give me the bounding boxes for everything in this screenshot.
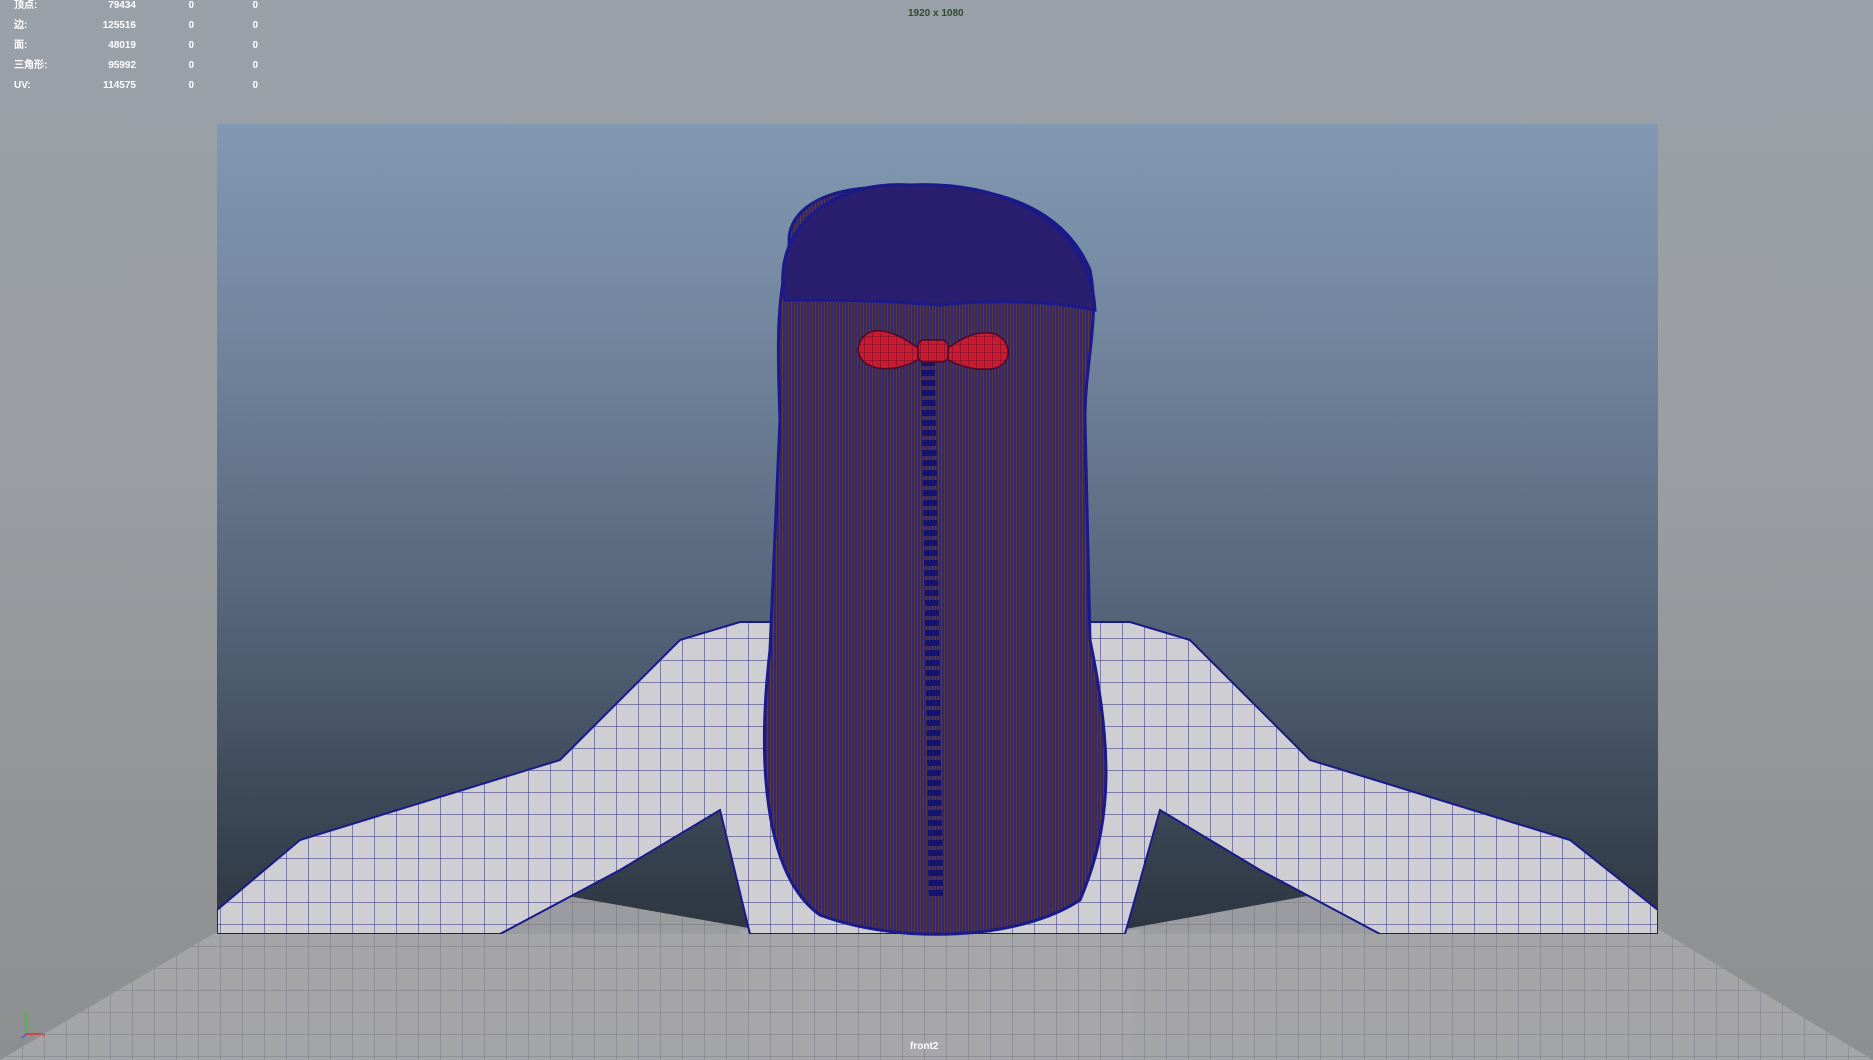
svg-text:y: y — [24, 1011, 27, 1017]
viewport-3d[interactable]: 顶点: 79434 0 0 边: 125516 0 0 面: 48019 0 0… — [0, 0, 1873, 1060]
svg-text:x: x — [42, 1033, 45, 1039]
resolution-gate-label: 1920 x 1080 — [908, 8, 964, 19]
view-axis-icon: y x — [21, 1011, 45, 1039]
model-render[interactable] — [0, 0, 1873, 1060]
camera-name-label: front2 — [910, 1041, 939, 1052]
